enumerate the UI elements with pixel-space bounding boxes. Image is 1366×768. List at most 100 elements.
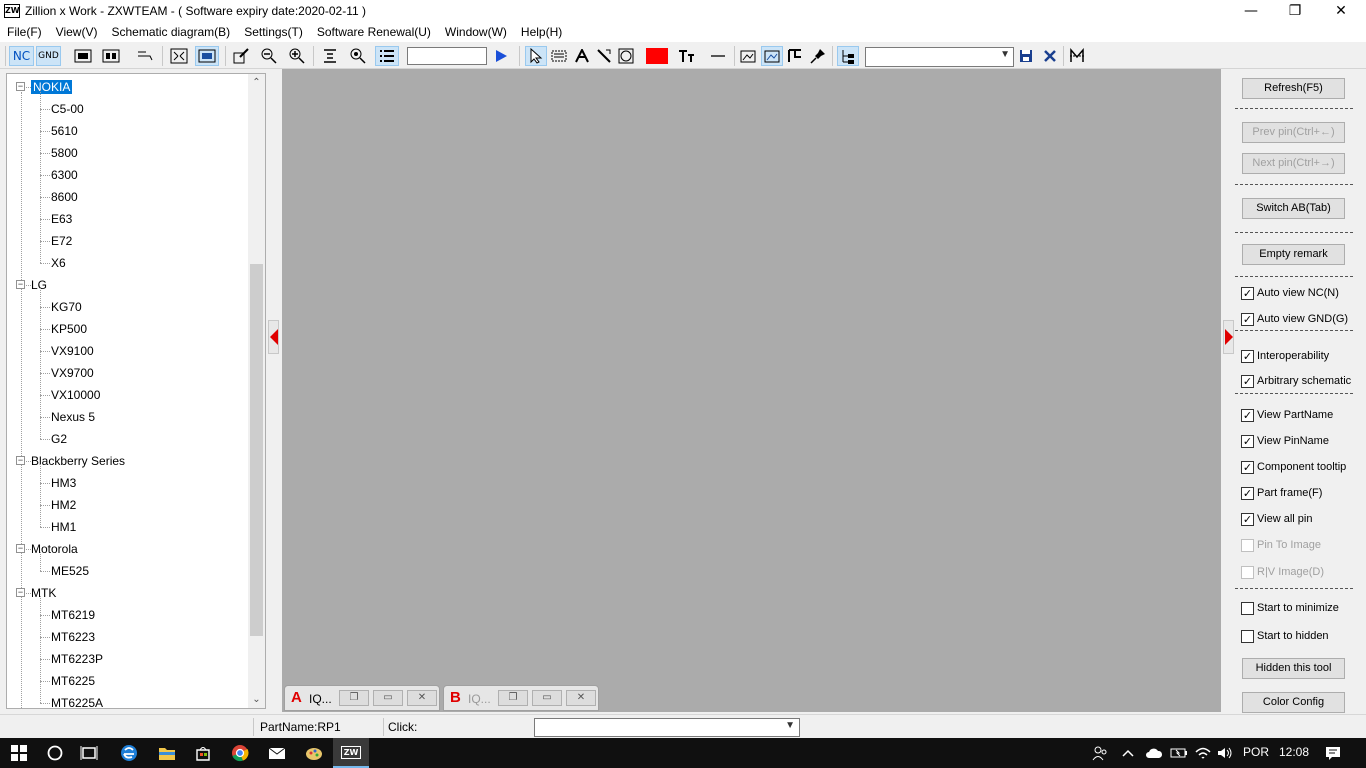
pointer-icon[interactable] (525, 46, 547, 66)
tree-item[interactable]: HM1 (51, 516, 76, 538)
search-icon[interactable] (347, 46, 369, 66)
tab-close-icon[interactable]: ✕ (566, 690, 596, 706)
minimize-button[interactable]: — (1228, 0, 1274, 22)
document-tab-b[interactable]: B IQ... ❐ ▭ ✕ (443, 685, 599, 711)
wifi-icon[interactable] (1192, 738, 1214, 768)
battery-icon[interactable] (1168, 738, 1190, 768)
menu-window[interactable]: Window(W) (438, 22, 514, 42)
menu-view[interactable]: View(V) (49, 22, 105, 42)
tree-item[interactable]: HM2 (51, 494, 76, 516)
fit-screen-icon[interactable] (168, 46, 190, 66)
play-search-icon[interactable] (491, 46, 511, 66)
option-checkbox-row[interactable]: ✓ Auto view GND(G) (1241, 311, 1348, 327)
switch-ab-button[interactable]: Switch AB(Tab) (1242, 198, 1345, 219)
tree-item[interactable]: HM3 (51, 472, 76, 494)
model-tree-panel[interactable]: − NOKIA C5-00 5610 5800 6300 8600 E63 E72 X6− LG KG… (6, 73, 266, 709)
tree-collapse-toggle[interactable]: − (16, 456, 25, 465)
tree-item[interactable]: MT6223 (51, 626, 95, 648)
align-icon[interactable] (319, 46, 341, 66)
checkbox-unchecked-icon[interactable] (1241, 601, 1254, 615)
part-icon[interactable] (72, 46, 94, 66)
menu-help[interactable]: Help(H) (514, 22, 569, 42)
tree-group[interactable]: Blackberry Series (31, 450, 125, 472)
net-icon[interactable] (134, 46, 156, 66)
image-icon[interactable] (738, 46, 758, 66)
option-checkbox-row[interactable]: ✓ Part frame(F) (1241, 485, 1322, 501)
tab-close-icon[interactable]: ✕ (407, 690, 437, 706)
checkbox-unchecked-icon[interactable] (1241, 538, 1254, 552)
option-checkbox-row[interactable]: ✓ Arbitrary schematic (1241, 373, 1351, 389)
option-checkbox-row[interactable]: ✓ View PartName (1241, 407, 1333, 423)
option-checkbox-row[interactable]: R|V Image(D) (1241, 564, 1324, 580)
line-tool-icon[interactable] (594, 46, 614, 66)
option-checkbox-row[interactable]: ✓ Auto view NC(N) (1241, 285, 1339, 301)
tree-item[interactable]: X6 (51, 252, 66, 274)
model-tree[interactable]: − NOKIA C5-00 5610 5800 6300 8600 E63 E72 X6− LG KG… (7, 74, 250, 708)
status-combo[interactable]: ▼ (534, 718, 800, 737)
tree-item[interactable]: MT6223P (51, 648, 103, 670)
tree-view-icon[interactable] (837, 46, 859, 66)
collapse-right-panel-button[interactable] (1223, 320, 1234, 354)
option-checkbox-row[interactable]: Start to hidden (1241, 628, 1329, 644)
tree-scrollbar[interactable]: ⌃ ⌄ (248, 74, 265, 708)
delete-icon[interactable] (1040, 46, 1060, 66)
tab-restore-icon[interactable]: ❐ (339, 690, 369, 706)
tree-item[interactable]: E72 (51, 230, 72, 252)
part-combo[interactable]: ▼ (865, 47, 1014, 67)
menu-file[interactable]: File(F) (0, 22, 49, 42)
tree-item[interactable]: 6300 (51, 164, 78, 186)
checkbox-checked-icon[interactable]: ✓ (1241, 374, 1254, 388)
restore-button[interactable]: ❐ (1272, 0, 1318, 22)
tree-item[interactable]: ME525 (51, 560, 89, 582)
tab-maximize-icon[interactable]: ▭ (532, 690, 562, 706)
search-circle-icon[interactable] (38, 738, 72, 768)
shape-tool-icon[interactable] (616, 46, 636, 66)
tree-item[interactable]: G2 (51, 428, 67, 450)
tab-restore-icon[interactable]: ❐ (498, 690, 528, 706)
close-button[interactable]: ✕ (1318, 0, 1364, 22)
input-language[interactable]: POR (1243, 745, 1269, 759)
scrollbar-thumb[interactable] (250, 264, 263, 636)
checkbox-checked-icon[interactable]: ✓ (1241, 408, 1254, 422)
menu-software-renewal[interactable]: Software Renewal(U) (310, 22, 438, 42)
checkbox-checked-icon[interactable]: ✓ (1241, 512, 1254, 526)
checkbox-checked-icon[interactable]: ✓ (1241, 349, 1254, 363)
text-tool-icon[interactable] (572, 46, 592, 66)
edit-icon[interactable] (230, 46, 252, 66)
tree-collapse-toggle[interactable]: − (16, 82, 25, 91)
tree-group[interactable]: Motorola (31, 538, 78, 560)
tree-group[interactable]: NOKIA (31, 76, 73, 98)
color-config-button[interactable]: Color Config (1242, 692, 1345, 713)
line-width-icon[interactable] (706, 46, 730, 66)
merge-icon[interactable] (1067, 46, 1087, 66)
tree-item[interactable]: VX9100 (51, 340, 94, 362)
tree-group[interactable]: MTK (31, 582, 56, 604)
edge-browser-icon[interactable] (110, 738, 148, 768)
scroll-up-icon[interactable]: ⌃ (248, 74, 265, 91)
collapse-left-panel-button[interactable] (268, 320, 279, 354)
menu-settings[interactable]: Settings(T) (237, 22, 310, 42)
checkbox-checked-icon[interactable]: ✓ (1241, 286, 1254, 300)
pin-icon[interactable] (808, 46, 828, 66)
clock[interactable]: 12:08 (1279, 745, 1309, 759)
taskbar-zxw-app[interactable]: ZW (333, 738, 369, 768)
option-checkbox-row[interactable]: ✓ View all pin (1241, 511, 1312, 527)
store-icon[interactable] (186, 738, 220, 768)
tree-item[interactable]: VX9700 (51, 362, 94, 384)
volume-icon[interactable] (1214, 738, 1236, 768)
tab-maximize-icon[interactable]: ▭ (373, 690, 403, 706)
tree-collapse-toggle[interactable]: − (16, 588, 25, 597)
checkbox-unchecked-icon[interactable] (1241, 565, 1254, 579)
people-icon[interactable] (1088, 738, 1112, 768)
schematic-workspace[interactable]: A IQ... ❐ ▭ ✕ B IQ... ❐ ▭ ✕ (282, 69, 1221, 712)
tree-item[interactable]: VX10000 (51, 384, 100, 406)
cloud-icon[interactable] (1142, 738, 1166, 768)
task-view-icon[interactable] (72, 738, 106, 768)
window-view-icon[interactable] (195, 46, 219, 66)
empty-remark-button[interactable]: Empty remark (1242, 244, 1345, 265)
chrome-icon[interactable] (222, 738, 258, 768)
chevron-up-icon[interactable] (1118, 738, 1138, 768)
document-tab-a[interactable]: A IQ... ❐ ▭ ✕ (284, 685, 440, 711)
option-checkbox-row[interactable]: ✓ Interoperability (1241, 348, 1329, 364)
file-explorer-icon[interactable] (148, 738, 186, 768)
